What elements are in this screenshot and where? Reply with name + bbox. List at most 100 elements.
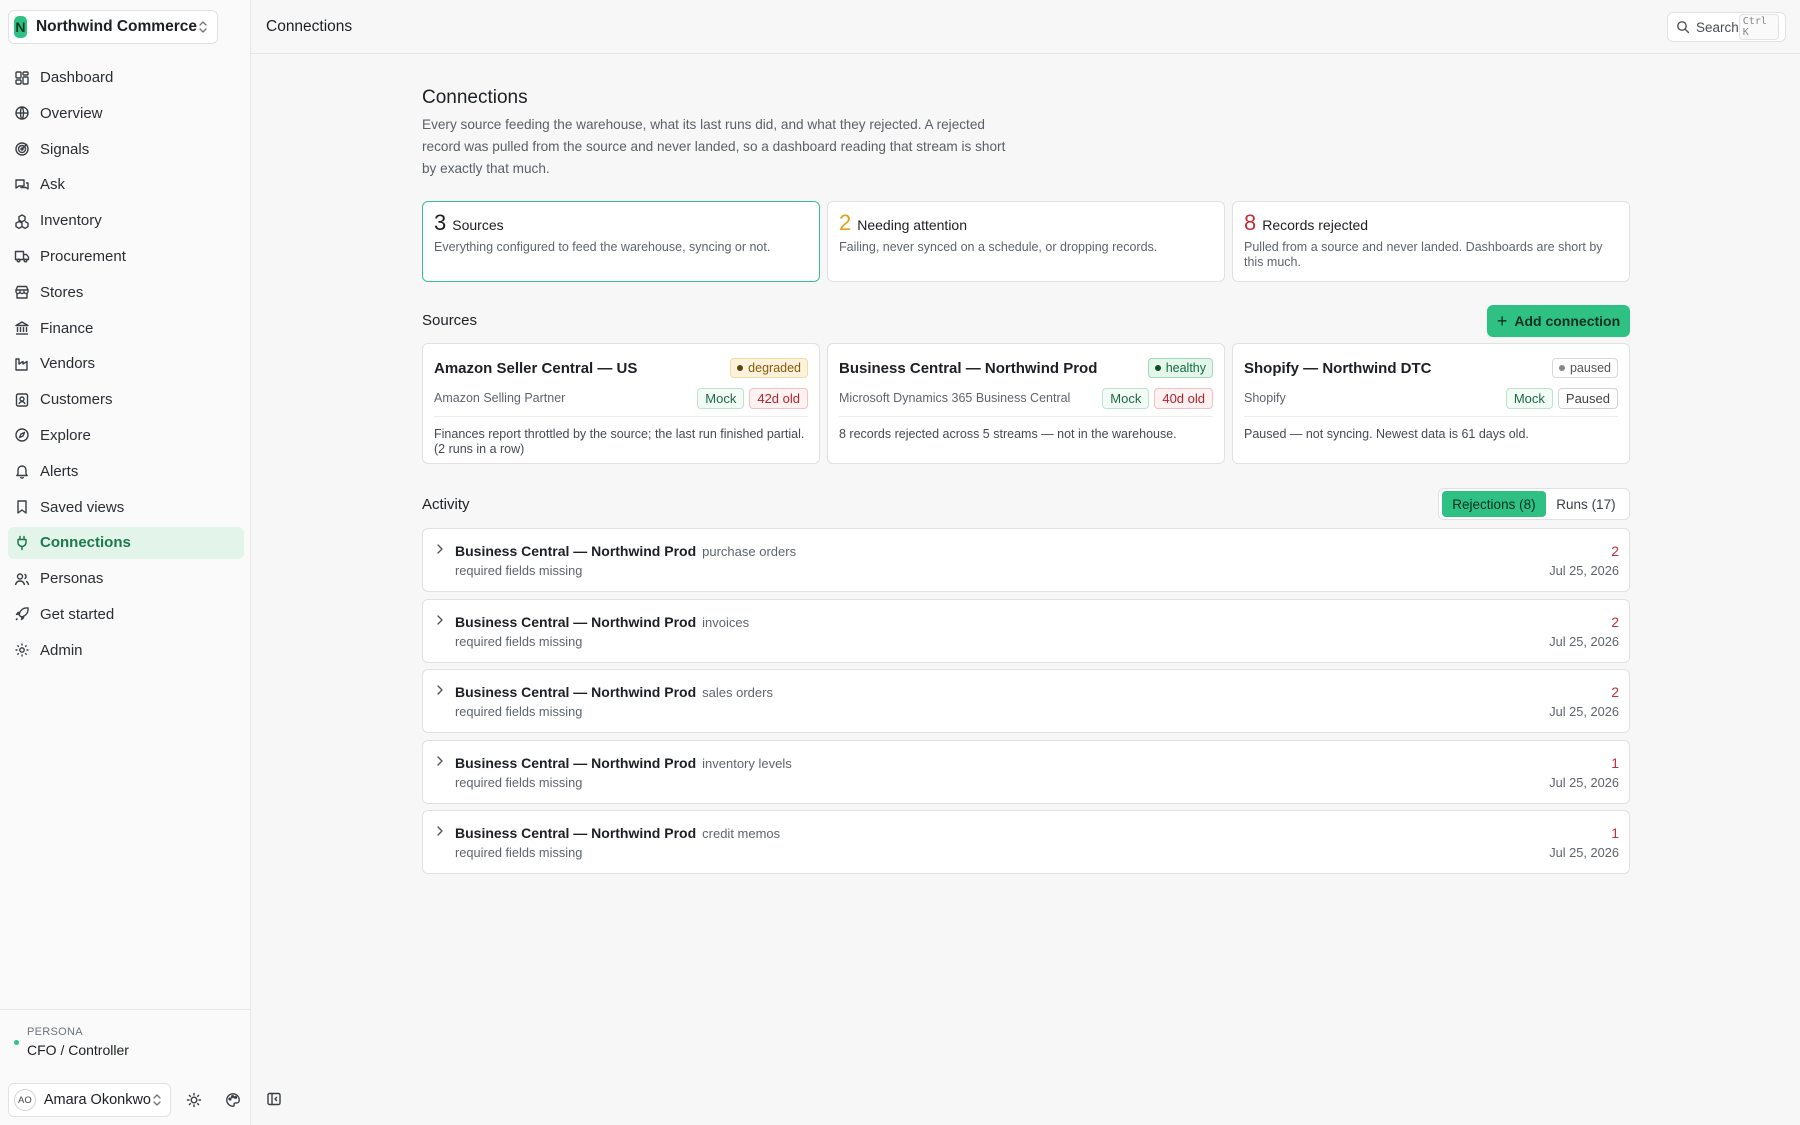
sidebar-item-vendors[interactable]: Vendors	[8, 348, 244, 380]
status-label: paused	[1569, 361, 1611, 375]
sidebar-item-label: Ask	[40, 176, 66, 194]
activity-row[interactable]: Business Central — Northwind Prod invento…	[422, 740, 1630, 804]
sidebar-item-customers[interactable]: Customers	[8, 384, 244, 416]
sources-heading: Sources	[422, 312, 478, 329]
page-title: Connections	[422, 87, 528, 108]
sidebar-toggle-icon	[266, 1091, 282, 1107]
activity-count: 2	[1611, 543, 1619, 559]
sidebar-item-label: Dashboard	[40, 69, 114, 86]
stat-description: Everything configured to feed the wareho…	[434, 240, 771, 254]
search-shortcut: Ctrl K	[1738, 14, 1779, 40]
source-card-amazon[interactable]: Amazon Seller Central — US degraded Amaz…	[422, 343, 820, 464]
theme-toggle-button[interactable]	[180, 1086, 208, 1114]
globe-icon	[14, 105, 30, 121]
activity-date: Jul 25, 2026	[1549, 845, 1619, 860]
sidebar-item-ask[interactable]: Ask	[8, 169, 244, 201]
status-badge: paused	[1551, 358, 1618, 378]
sidebar-item-stores[interactable]: Stores	[8, 276, 244, 308]
boxes-icon	[14, 213, 30, 229]
source-card-business-central[interactable]: Business Central — Northwind Prod health…	[827, 343, 1225, 464]
sidebar-item-label: Explore	[40, 426, 91, 444]
source-provider: Shopify	[1244, 391, 1286, 405]
sidebar-item-admin[interactable]: Admin	[8, 634, 244, 666]
source-card-shopify[interactable]: Shopify — Northwind DTC paused Shopify M…	[1232, 343, 1630, 464]
status-dot-icon	[1558, 365, 1565, 371]
activity-row[interactable]: Business Central — Northwind Prod credit …	[422, 810, 1630, 874]
factory-icon	[14, 356, 30, 372]
stat-card-records-rejected[interactable]: 8 Records rejected Pulled from a source …	[1232, 201, 1630, 282]
sidebar-item-label: Alerts	[40, 462, 79, 480]
activity-count: 1	[1611, 755, 1619, 771]
add-connection-button[interactable]: + Add connection	[1487, 305, 1630, 337]
users-icon	[14, 571, 30, 587]
activity-reason: required fields missing	[455, 563, 583, 578]
gear-icon	[14, 642, 30, 658]
chevron-up-down-icon	[151, 1093, 163, 1107]
activity-row[interactable]: Business Central — Northwind Prod invoice…	[422, 599, 1630, 663]
status-badge: healthy	[1147, 358, 1213, 378]
sidebar-item-signals[interactable]: Signals	[8, 133, 244, 165]
collapse-sidebar-button[interactable]	[260, 1085, 288, 1113]
status-badge: degraded	[730, 358, 808, 378]
bookmark-icon	[14, 499, 30, 515]
sidebar-item-label: Admin	[40, 641, 83, 659]
mock-tag: Mock	[1102, 387, 1150, 409]
sidebar-item-finance[interactable]: Finance	[8, 312, 244, 344]
stat-value: 2	[839, 210, 852, 235]
sidebar-item-procurement[interactable]: Procurement	[8, 240, 244, 272]
activity-stream: invoices	[702, 615, 750, 630]
search-icon	[1676, 20, 1690, 34]
chevron-right-icon	[435, 683, 445, 697]
activity-source-name: Business Central — Northwind Prod	[455, 755, 697, 771]
chevron-up-down-icon	[197, 20, 209, 34]
activity-date: Jul 25, 2026	[1549, 775, 1619, 790]
sidebar-item-label: Saved views	[40, 498, 125, 516]
org-name: Northwind Commerce	[35, 18, 197, 35]
user-switcher[interactable]: AO Amara Okonkwo	[8, 1083, 171, 1117]
activity-stream: inventory levels	[702, 756, 792, 771]
stat-value: 3	[434, 210, 447, 235]
sidebar-item-dashboard[interactable]: Dashboard	[8, 62, 244, 94]
sidebar-item-connections[interactable]: Connections	[8, 526, 244, 559]
activity-source-name: Business Central — Northwind Prod	[455, 543, 697, 559]
sidebar-item-overview[interactable]: Overview	[8, 97, 244, 129]
store-icon	[14, 284, 30, 300]
activity-source: Business Central — Northwind Prod invento…	[455, 755, 792, 771]
activity-source: Business Central — Northwind Prod purchas…	[455, 543, 796, 559]
search-label: Search	[1696, 19, 1739, 35]
palette-button[interactable]	[219, 1086, 247, 1114]
bell-icon	[14, 463, 30, 479]
compass-icon	[14, 427, 30, 443]
sidebar: N Northwind Commerce Dashboard Overview …	[0, 0, 251, 1125]
tab-rejections[interactable]: Rejections (8)	[1442, 491, 1546, 517]
sidebar-item-label: Procurement	[40, 247, 126, 265]
dashboard-icon	[14, 70, 30, 86]
activity-row[interactable]: Business Central — Northwind Prod purchas…	[422, 528, 1630, 592]
search-button[interactable]: Search Ctrl K	[1667, 12, 1786, 42]
sidebar-item-label: Customers	[40, 391, 113, 409]
activity-source: Business Central — Northwind Prod credit …	[455, 825, 780, 841]
activity-date: Jul 25, 2026	[1549, 634, 1619, 649]
sidebar-item-get-started[interactable]: Get started	[8, 598, 244, 630]
chevron-right-icon	[435, 754, 445, 768]
sidebar-item-inventory[interactable]: Inventory	[8, 205, 244, 237]
source-note: Paused — not syncing. Newest data is 61 …	[1244, 427, 1529, 441]
sidebar-item-explore[interactable]: Explore	[8, 419, 244, 451]
activity-date: Jul 25, 2026	[1549, 704, 1619, 719]
sidebar-item-personas[interactable]: Personas	[8, 563, 244, 595]
activity-reason: required fields missing	[455, 775, 583, 790]
org-logo: N	[14, 16, 27, 38]
age-tag: 42d old	[749, 387, 808, 409]
sidebar-item-alerts[interactable]: Alerts	[8, 455, 244, 487]
activity-row[interactable]: Business Central — Northwind Prod sales o…	[422, 669, 1630, 733]
stat-card-needing-attention[interactable]: 2 Needing attention Failing, never synce…	[827, 201, 1225, 282]
mock-tag: Mock	[1505, 387, 1553, 409]
stat-card-sources[interactable]: 3 Sources Everything configured to feed …	[422, 201, 820, 282]
sidebar-item-saved-views[interactable]: Saved views	[8, 491, 244, 523]
org-switcher[interactable]: N Northwind Commerce	[8, 10, 218, 44]
activity-source: Business Central — Northwind Prod sales o…	[455, 684, 773, 700]
sidebar-item-label: Vendors	[40, 355, 96, 373]
sidebar-item-label: Inventory	[40, 212, 102, 230]
tab-runs[interactable]: Runs (17)	[1546, 491, 1626, 517]
activity-reason: required fields missing	[455, 704, 583, 719]
